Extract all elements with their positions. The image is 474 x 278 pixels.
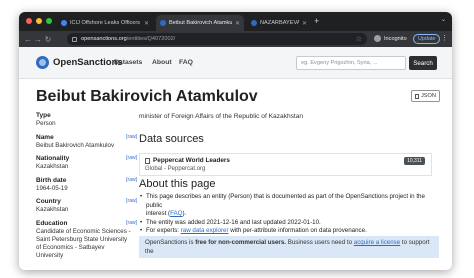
new-tab-button[interactable]: +	[314, 15, 319, 27]
zoom-window-button[interactable]	[46, 18, 52, 24]
tab-favicon-icon	[251, 20, 257, 26]
search-input[interactable]	[296, 56, 406, 70]
data-sources-heading: Data sources	[139, 133, 204, 145]
forward-icon[interactable]: →	[33, 35, 43, 44]
url-text: opensanctions.org/entities/Q4072002/	[81, 36, 176, 42]
brand-link[interactable]: OpenSanctions	[53, 57, 123, 68]
dataset-icon	[145, 158, 150, 164]
tab-atamkulov[interactable]: Beibut Bakirovich Atamkulov ✕	[156, 15, 244, 31]
entity-count-badge: 10,311	[404, 157, 425, 165]
entity-description: minister of Foreign Affairs of the Repub…	[139, 113, 304, 120]
bookmark-star-icon[interactable]: ☆	[356, 35, 362, 43]
tab-close-icon[interactable]: ✕	[144, 20, 149, 27]
nav-about[interactable]: About	[152, 59, 172, 66]
list-item: The entity was added 2021-12-16 and last…	[139, 219, 439, 228]
raw-link[interactable]: [raw]	[126, 134, 137, 140]
browser-window: ICIJ Offshore Leaks Officers ✕ Beibut Ba…	[19, 12, 452, 270]
tab-close-icon[interactable]: ✕	[235, 20, 240, 27]
tab-nazarbayeva[interactable]: NAZARBAYEVA Dariga Nursul ✕	[247, 15, 311, 31]
fact-nationality: Nationality Kazakhstan [raw]	[36, 155, 137, 170]
close-window-button[interactable]	[26, 18, 32, 24]
tab-strip: ICIJ Offshore Leaks Officers ✕ Beibut Ba…	[19, 12, 452, 31]
lock-icon	[72, 36, 77, 42]
entity-facts: Type Person [raw] Name Beibut Bakirovich…	[36, 112, 137, 265]
data-source-card[interactable]: Peppercat World Leaders Global - Pepperc…	[139, 153, 432, 176]
source-name-link[interactable]: Peppercat World Leaders	[153, 157, 230, 164]
tab-icij[interactable]: ICIJ Offshore Leaks Officers ✕	[57, 15, 153, 31]
update-button[interactable]: Update	[413, 34, 441, 44]
incognito-icon	[374, 35, 381, 42]
nav-datasets[interactable]: Datasets	[114, 59, 142, 66]
back-icon[interactable]: ←	[23, 35, 33, 44]
fact-name: Name Beibut Bakirovich Atamkulov [raw]	[36, 133, 137, 149]
acquire-license-link[interactable]: acquire a license	[354, 239, 400, 246]
reload-icon[interactable]: ↻	[43, 35, 53, 44]
tab-search-icon[interactable]: ⌄	[441, 16, 446, 23]
about-list: This page describes an entity (Person) t…	[139, 193, 439, 236]
license-notice: OpenSanctions is free for non-commercial…	[139, 236, 439, 258]
raw-link[interactable]: [raw]	[126, 177, 137, 183]
search-button[interactable]: Search	[409, 56, 437, 70]
opensanctions-logo-icon[interactable]	[36, 56, 49, 69]
window-controls	[26, 18, 52, 24]
fact-country: Country Kazakhstan [raw]	[36, 198, 137, 213]
tab-favicon-icon	[61, 20, 67, 26]
page-title: Beibut Bakirovich Atamkulov	[36, 88, 258, 105]
json-button[interactable]: JSON	[411, 90, 440, 102]
source-subtitle: Global - Peppercat.org	[145, 166, 206, 172]
raw-link[interactable]: [raw]	[126, 220, 137, 226]
fact-birth-date: Birth date 1964-05-19 [raw]	[36, 176, 137, 192]
list-item: For experts: raw data explorer with per-…	[139, 227, 439, 236]
raw-data-explorer-link[interactable]: raw data explorer	[181, 227, 229, 234]
raw-link[interactable]: [raw]	[126, 155, 137, 161]
fact-education: Education Candidate of Economic Sciences…	[36, 219, 137, 259]
nav-faq[interactable]: FAQ	[179, 59, 193, 66]
about-heading: About this page	[139, 178, 216, 190]
fact-type: Type Person [raw]	[36, 112, 56, 127]
minimize-window-button[interactable]	[36, 18, 42, 24]
incognito-indicator[interactable]: Incognito	[374, 35, 407, 42]
address-bar[interactable]: opensanctions.org/entities/Q4072002/ ☆	[67, 33, 367, 45]
tab-favicon-icon	[160, 20, 166, 26]
raw-link[interactable]: [raw]	[126, 198, 137, 204]
file-icon	[415, 93, 419, 99]
site-navbar: OpenSanctions Datasets About FAQ Search	[19, 47, 452, 79]
faq-link[interactable]: FAQ	[170, 210, 182, 217]
list-item: This page describes an entity (Person) t…	[139, 193, 439, 219]
browser-toolbar: ← → ↻ opensanctions.org/entities/Q407200…	[19, 31, 452, 47]
browser-menu-icon[interactable]: ⋮	[441, 34, 448, 42]
tab-close-icon[interactable]: ✕	[302, 20, 307, 27]
